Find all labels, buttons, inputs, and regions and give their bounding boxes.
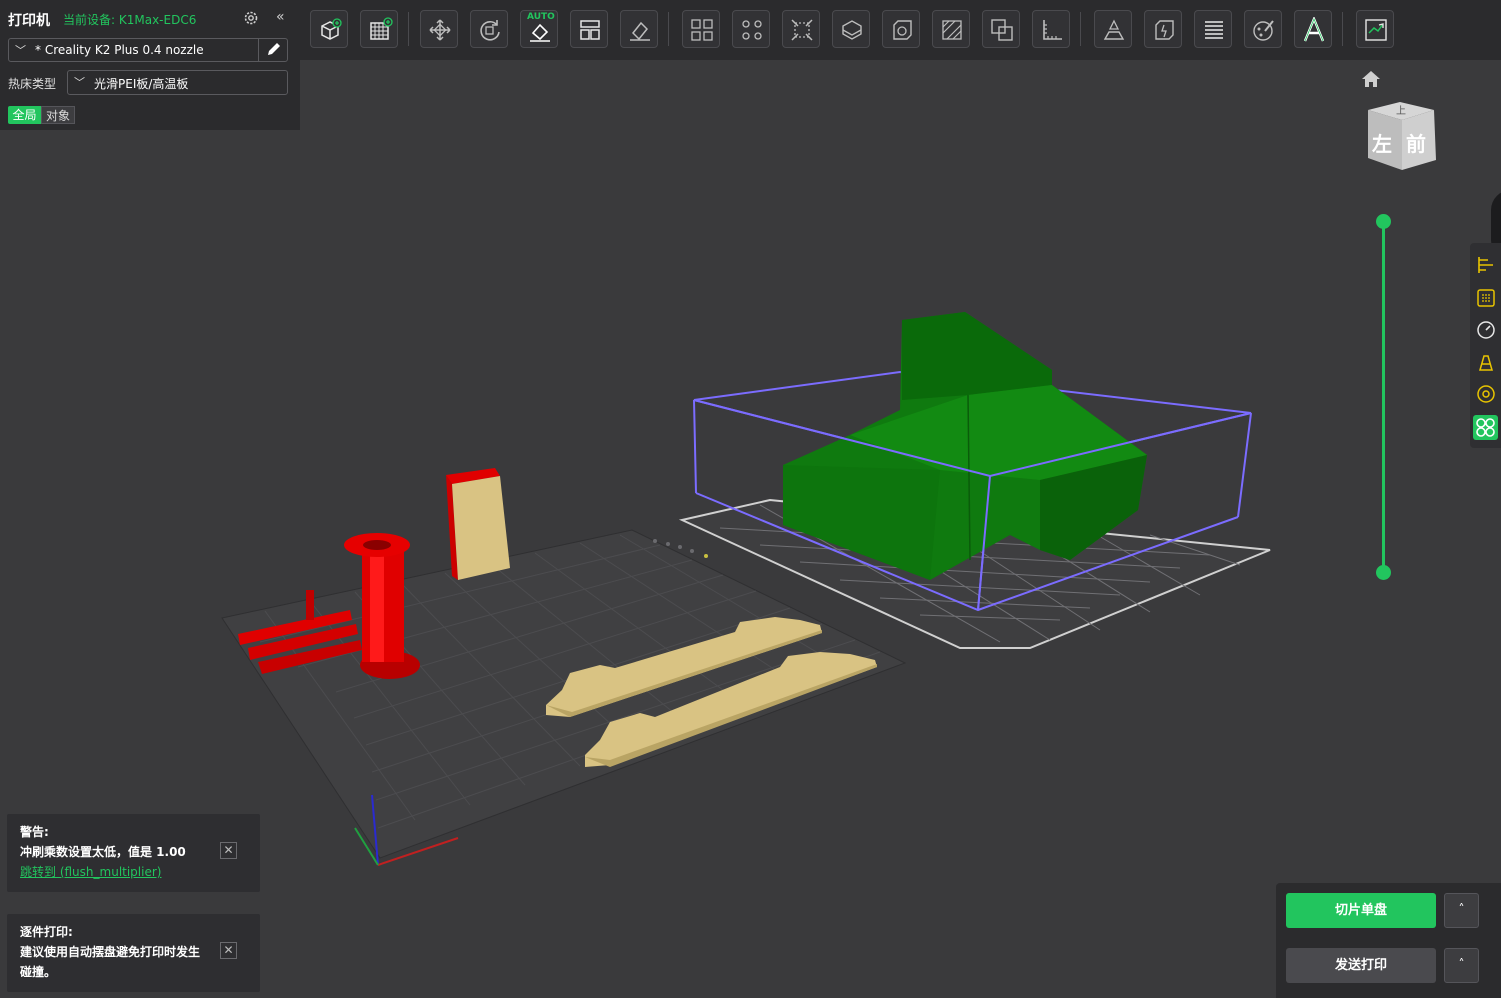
split-parts-icon[interactable] [732,10,770,48]
side-toolbar [1470,243,1501,448]
view-cube-top-face[interactable]: 上 [1396,102,1406,117]
support-icon[interactable] [1476,352,1496,372]
collapse-panel-icon[interactable]: « [276,9,285,25]
speed-gauge-icon[interactable] [1476,320,1496,340]
cut-icon[interactable] [832,10,870,48]
chevron-down-icon: ﹀ [15,44,26,57]
boolean-icon[interactable] [982,10,1020,48]
preview-icon[interactable] [1356,10,1394,48]
flush-multiplier-link[interactable]: 跳转到 (flush_multiplier) [20,862,260,882]
multi-plate-icon[interactable] [1473,415,1498,440]
align-icon[interactable] [1476,255,1496,275]
printer-preset-select[interactable]: ﹀ * Creality K2 Plus 0.4 nozzle [8,38,288,62]
object-list-icon[interactable] [1476,288,1496,308]
sequential-print-notification: 逐件打印: 建议使用自动摆盘避免打印时发生 碰撞。 ✕ [7,914,260,992]
view-cube-left-face[interactable]: 左 [1372,128,1392,157]
slice-plate-button[interactable]: 切片单盘 [1286,893,1436,928]
color-paint-icon[interactable] [1244,10,1282,48]
slice-options-caret-button[interactable]: ˄ [1444,893,1479,928]
measure-icon[interactable] [1032,10,1070,48]
auto-orient-icon[interactable]: AUTO [520,10,558,48]
layer-slider-bottom-handle[interactable] [1376,565,1391,580]
edit-preset-button[interactable] [258,39,287,61]
seam-paint-icon[interactable] [1144,10,1182,48]
view-cube[interactable]: 上 左 前 [1362,100,1440,178]
plate-grid-icon[interactable] [360,10,398,48]
split-objects-icon[interactable] [682,10,720,48]
send-print-button[interactable]: 发送打印 [1286,948,1436,983]
close-icon[interactable]: ✕ [220,842,237,859]
green-model[interactable] [783,312,1147,580]
toolbar: AUTO [300,0,1501,60]
notice-body-line2: 碰撞。 [20,965,57,979]
arrange-icon[interactable] [570,10,608,48]
scale-icon[interactable] [782,10,820,48]
layer-slider-top-handle[interactable] [1376,214,1391,229]
printer-title: 打印机 [8,13,50,29]
home-view-icon[interactable] [1361,70,1381,92]
variable-layer-icon[interactable] [1194,10,1232,48]
notice-title: 逐件打印: [20,925,73,939]
action-panel: 切片单盘 ˄ 发送打印 ˄ [1276,883,1501,998]
send-options-caret-button[interactable]: ˄ [1444,948,1479,983]
rotate-icon[interactable] [470,10,508,48]
warning-notification: 警告: 冲刷乘数设置太低，值是 1.00 跳转到 (flush_multipli… [7,814,260,892]
lay-on-face-icon[interactable] [620,10,658,48]
gear-icon[interactable] [243,10,259,26]
layer-slider-track[interactable] [1382,221,1385,573]
close-icon[interactable]: ✕ [220,942,237,959]
move-icon[interactable] [420,10,458,48]
text-icon[interactable] [1294,10,1332,48]
target-icon[interactable] [1476,384,1496,404]
view-cube-front-face[interactable]: 前 [1406,128,1426,157]
emboss-icon[interactable] [1094,10,1132,48]
warning-title: 警告: [20,825,49,839]
tan-block-model[interactable] [446,468,510,580]
printer-preset-value: * Creality K2 Plus 0.4 nozzle [35,43,204,57]
hollow-icon[interactable] [882,10,920,48]
current-device-label[interactable]: 当前设备: K1Max-EDC6 [63,11,196,28]
add-object-icon[interactable] [310,10,348,48]
support-paint-icon[interactable] [932,10,970,48]
